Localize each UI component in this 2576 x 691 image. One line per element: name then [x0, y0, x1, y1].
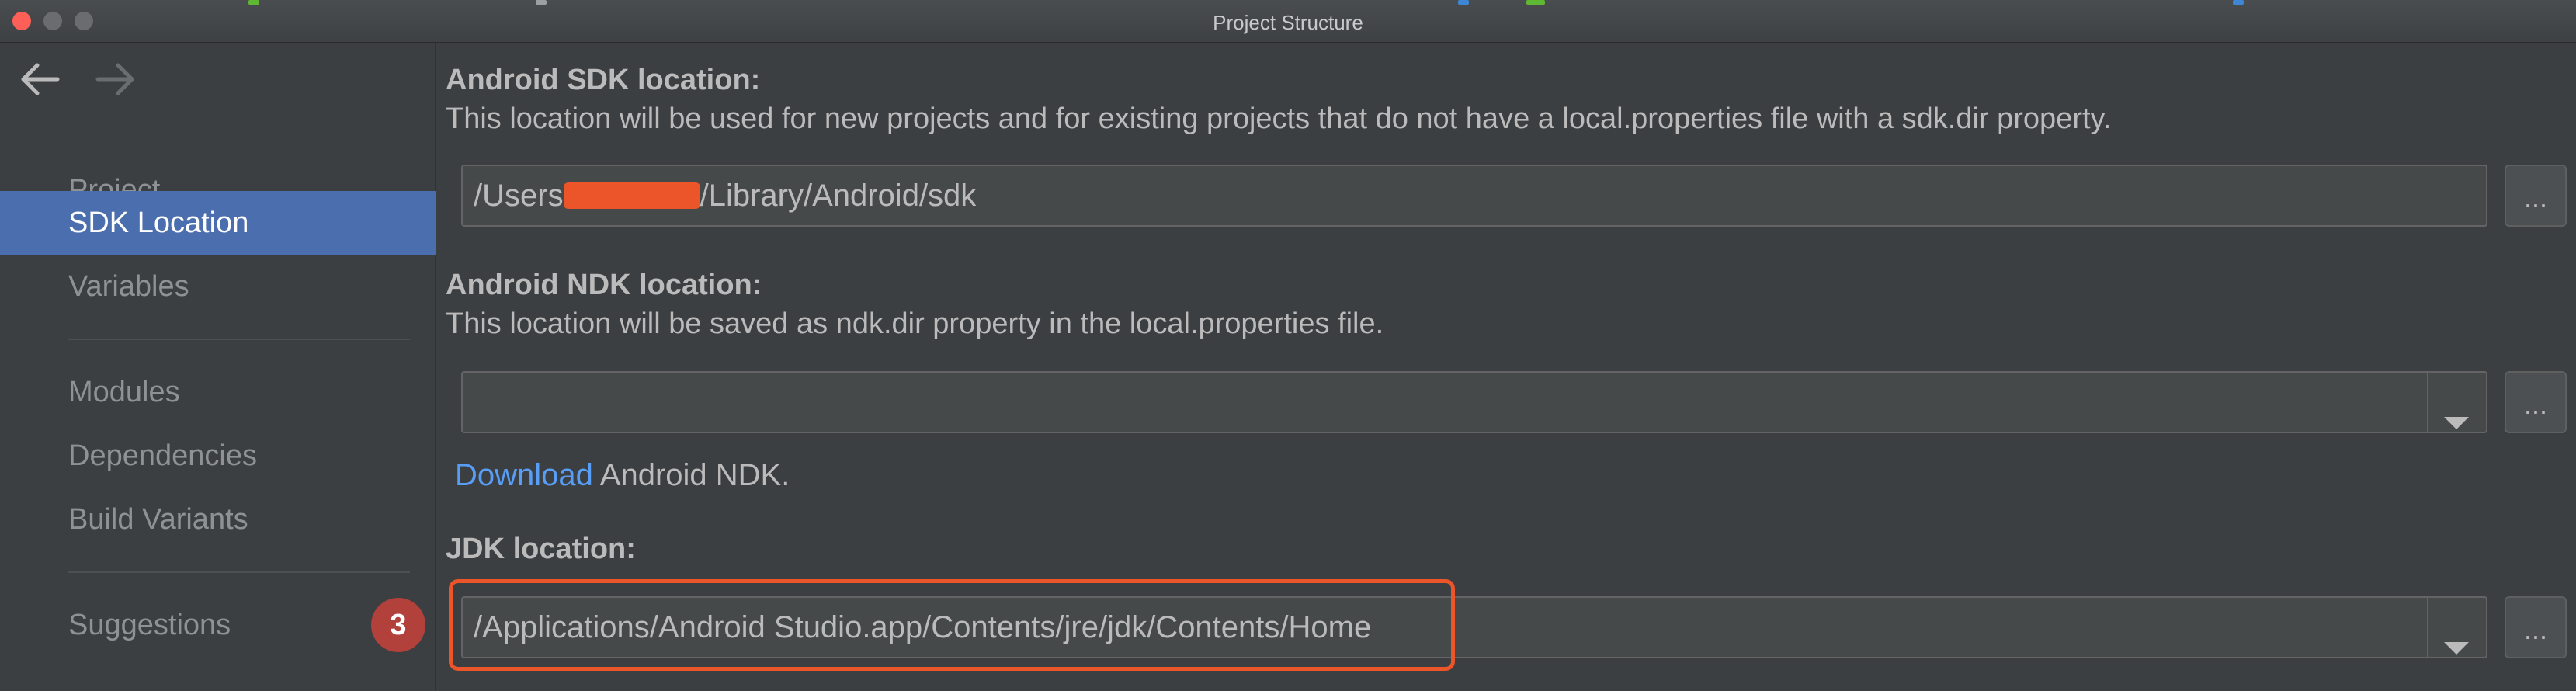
background-toolbar-fragment [1458, 0, 1469, 5]
sdk-location-description: This location will be used for new proje… [446, 102, 2112, 135]
title-bar: Project Structure [0, 0, 2576, 43]
dropdown-separator [2427, 598, 2428, 657]
sidebar: Project SDK Location Variables Modules D… [0, 43, 436, 691]
sidebar-divider [68, 339, 410, 340]
sidebar-item-dependencies[interactable]: Dependencies [0, 424, 436, 488]
sidebar-item-modules[interactable]: Modules [0, 360, 436, 424]
sidebar-divider [68, 571, 410, 573]
sidebar-item-label: SDK Location [68, 207, 249, 239]
ndk-path-dropdown[interactable] [461, 371, 2487, 433]
download-ndk-link[interactable]: Download [455, 458, 593, 492]
sdk-browse-button[interactable]: ... [2505, 165, 2567, 227]
sdk-path-field[interactable]: /Users/Library/Android/sdk [461, 165, 2487, 227]
sidebar-item-build-variants[interactable]: Build Variants [0, 488, 436, 551]
sidebar-item-label: Variables [68, 270, 189, 303]
sidebar-item-label: Modules [68, 376, 180, 408]
sdk-path-suffix: /Library/Android/sdk [700, 179, 977, 213]
ndk-location-description: This location will be saved as ndk.dir p… [446, 307, 1384, 340]
sdk-location-heading: Android SDK location: [446, 64, 761, 96]
sidebar-item-label: Dependencies [68, 439, 257, 472]
sdk-path-prefix: /Users [474, 179, 564, 213]
sidebar-item-label: Suggestions [68, 609, 231, 641]
background-toolbar-fragment [536, 0, 547, 5]
jdk-location-heading: JDK location: [446, 533, 636, 565]
sidebar-item-variables[interactable]: Variables [0, 255, 436, 318]
download-ndk-text: Android NDK. [592, 458, 790, 492]
window-title: Project Structure [1213, 11, 1363, 34]
dropdown-separator [2427, 373, 2428, 432]
sidebar-item-label: Build Variants [68, 503, 248, 536]
background-toolbar-fragment [248, 0, 259, 5]
background-toolbar-fragment [1526, 0, 1545, 5]
back-arrow-icon[interactable] [17, 56, 64, 102]
chevron-down-icon[interactable] [2441, 618, 2472, 655]
sidebar-item-sdk-location[interactable]: SDK Location [0, 191, 436, 255]
jdk-path-dropdown[interactable]: /Applications/Android Studio.app/Content… [461, 596, 2487, 658]
sdk-location-panel: Android SDK location: This location will… [438, 43, 2576, 691]
ndk-browse-button[interactable]: ... [2505, 371, 2567, 433]
chevron-down-icon[interactable] [2441, 393, 2472, 429]
ndk-location-heading: Android NDK location: [446, 269, 762, 301]
forward-arrow-icon[interactable] [92, 56, 138, 102]
download-ndk-line: Download Android NDK. [455, 458, 790, 493]
suggestions-count-badge: 3 [371, 598, 425, 652]
project-structure-window: Project Structure Project SDK Location V… [0, 0, 2576, 691]
background-toolbar-fragment [2233, 0, 2244, 5]
jdk-browse-button[interactable]: ... [2505, 596, 2567, 658]
jdk-path-value: /Applications/Android Studio.app/Content… [474, 610, 1372, 644]
redacted-username [563, 182, 700, 210]
